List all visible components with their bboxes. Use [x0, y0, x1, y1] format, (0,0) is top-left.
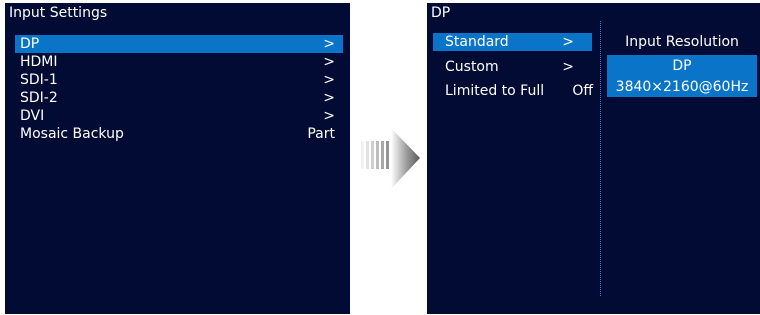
chevron-right-icon: > — [323, 108, 335, 124]
menu-item-sdi-2[interactable]: SDI-2 > — [15, 89, 343, 107]
menu-item-limited-to-full[interactable]: Limited to Full Off — [433, 82, 593, 100]
dp-settings-screen: DP Standard > Custom > Limited to Full O… — [427, 3, 760, 314]
menu-item-hdmi[interactable]: HDMI > — [15, 53, 343, 71]
menu-item-mosaic-backup[interactable]: Mosaic Backup Part — [15, 125, 343, 143]
menu-item-value: Part — [307, 126, 335, 142]
menu-item-label: Limited to Full — [445, 83, 545, 99]
submenu-header: Input Resolution — [625, 34, 739, 50]
menu-item-dp[interactable]: DP > — [15, 35, 343, 53]
chevron-right-icon: > — [323, 90, 335, 106]
submenu-selection[interactable]: DP 3840×2160@60Hz — [607, 55, 757, 97]
input-settings-screen: Input Settings DP > HDMI > SDI-1 > SDI-2… — [5, 3, 350, 314]
arrow-right-icon — [361, 128, 420, 189]
submenu-input-name: DP — [672, 58, 692, 74]
menu-item-standard[interactable]: Standard > — [433, 33, 592, 51]
menu-item-label: Custom — [445, 59, 499, 75]
screen-title: Input Settings — [9, 5, 108, 21]
chevron-right-icon: > — [562, 59, 574, 75]
menu-item-value: Off — [572, 83, 593, 99]
chevron-right-icon: > — [323, 72, 335, 88]
chevron-right-icon: > — [562, 34, 574, 50]
menu-item-label: DP — [20, 36, 40, 52]
menu-item-label: HDMI — [20, 54, 58, 70]
menu-item-label: Mosaic Backup — [20, 126, 124, 142]
submenu-resolution: 3840×2160@60Hz — [615, 79, 749, 95]
menu-item-sdi-1[interactable]: SDI-1 > — [15, 71, 343, 89]
menu-item-label: SDI-1 — [20, 72, 58, 88]
chevron-right-icon: > — [323, 54, 335, 70]
chevron-right-icon: > — [323, 36, 335, 52]
menu-item-dvi[interactable]: DVI > — [15, 107, 343, 125]
menu-item-custom[interactable]: Custom > — [433, 58, 592, 76]
menu-item-label: Standard — [445, 34, 509, 50]
column-divider — [600, 21, 601, 296]
menu-item-label: SDI-2 — [20, 90, 58, 106]
menu-item-label: DVI — [20, 108, 45, 124]
screen-title: DP — [431, 5, 451, 21]
